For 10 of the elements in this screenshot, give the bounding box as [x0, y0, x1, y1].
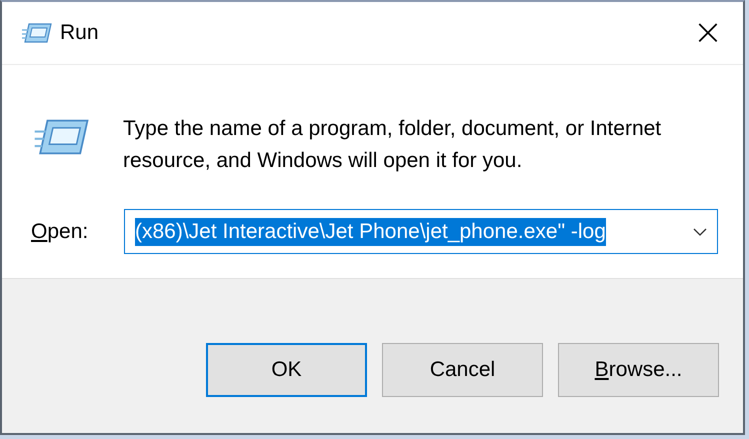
dropdown-chevron-icon[interactable] [693, 228, 707, 236]
dialog-button[interactable]: OK [206, 343, 367, 397]
open-label: Open: [31, 220, 90, 244]
open-combo-box[interactable]: (x86)\Jet Interactive\Jet Phone\jet_phone.exe" -log [124, 209, 718, 254]
run-icon [22, 22, 52, 44]
close-button[interactable]: × [686, 15, 729, 51]
description-text: Type the name of a program, folder, document, or Internet resource, and Windows will open it for you. [123, 116, 662, 174]
window-title: Run [60, 21, 99, 45]
dialog-button[interactable]: Browse... [558, 343, 719, 397]
dialog-button[interactable]: Cancel [382, 343, 543, 397]
